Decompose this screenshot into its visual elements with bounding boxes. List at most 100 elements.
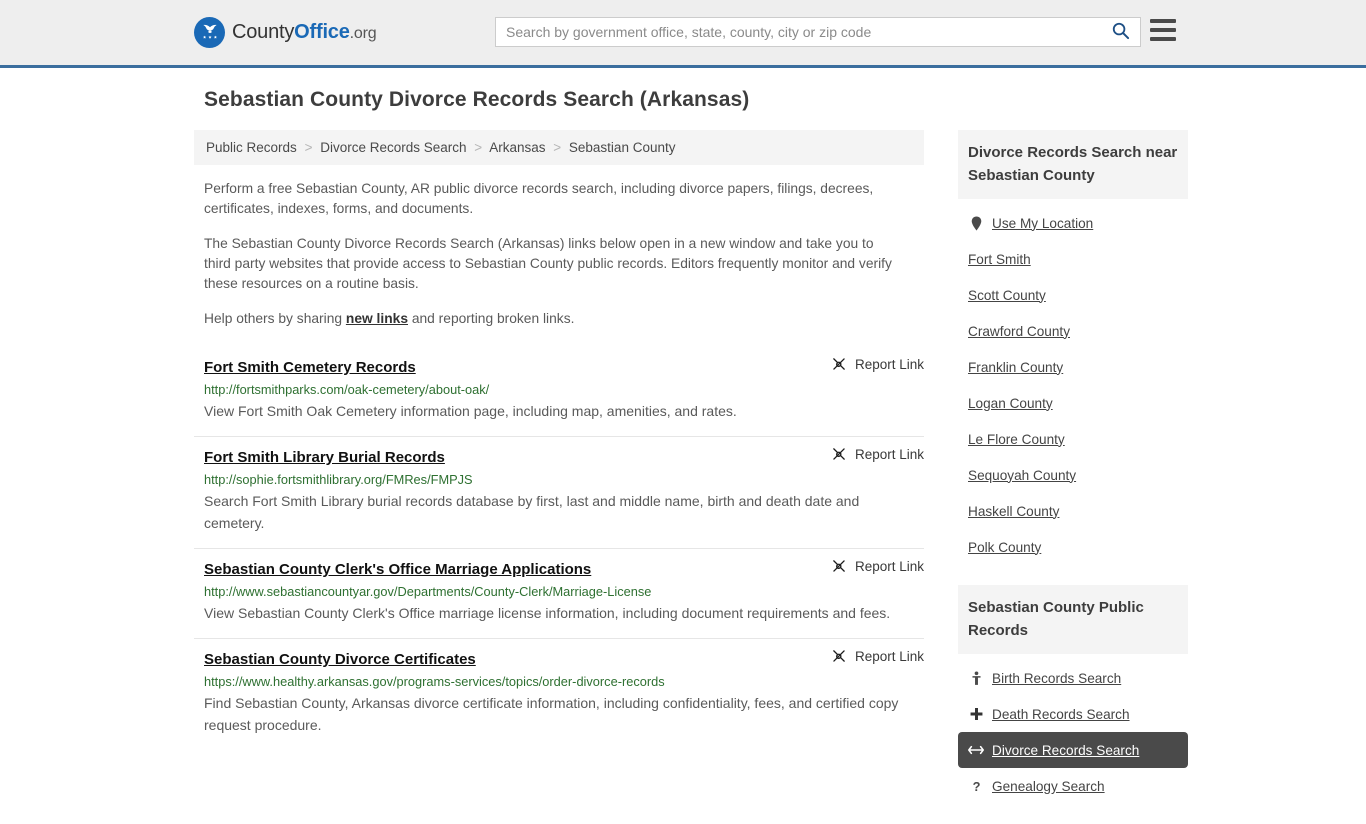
baby-icon: [968, 670, 984, 686]
intro-paragraph-2: The Sebastian County Divorce Records Sea…: [204, 236, 892, 291]
sidebar-item-label: Logan County: [968, 395, 1053, 411]
result-description: Search Fort Smith Library burial records…: [204, 493, 860, 531]
sidebar-item-label: Use My Location: [992, 215, 1094, 231]
breadcrumb-separator: >: [474, 140, 483, 155]
broken-link-icon: [831, 648, 847, 664]
result-title-link[interactable]: Fort Smith Cemetery Records: [204, 359, 416, 376]
search-input[interactable]: [496, 19, 1107, 45]
breadcrumb-item-divorce-records-search[interactable]: Divorce Records Search: [320, 140, 466, 155]
sidebar-public-records-list: Birth Records Search Death Records Searc…: [958, 660, 1188, 804]
hamburger-bar-3: [1150, 37, 1176, 41]
sidebar-item-divorce-records-search[interactable]: Divorce Records Search: [958, 732, 1188, 768]
sidebar: Divorce Records Search near Sebastian Co…: [958, 130, 1188, 824]
sidebar-item-label: Haskell County: [968, 503, 1060, 519]
result-item: Report Link Fort Smith Cemetery Records …: [194, 347, 924, 437]
hamburger-bar-1: [1150, 19, 1176, 23]
result-url: https://www.healthy.arkansas.gov/program…: [204, 674, 665, 689]
site-header: CountyOffice.org: [0, 0, 1366, 68]
sidebar-item-label: Polk County: [968, 539, 1042, 555]
svg-text:?: ?: [972, 779, 980, 794]
sidebar-item-label: Fort Smith: [968, 251, 1031, 267]
site-logo[interactable]: CountyOffice.org: [194, 17, 377, 48]
search-button[interactable]: [1107, 21, 1140, 43]
sidebar-nearby-heading: Divorce Records Search near Sebastian Co…: [958, 130, 1188, 199]
sidebar-item-use-my-location[interactable]: Use My Location: [958, 205, 1188, 241]
sidebar-item-logan-county[interactable]: Logan County: [958, 385, 1188, 421]
new-links-link[interactable]: new links: [346, 311, 408, 326]
eagle-stars-seal-icon: [194, 17, 225, 48]
sidebar-item-label: Birth Records Search: [992, 670, 1122, 686]
site-logo-text: CountyOffice.org: [232, 21, 377, 44]
result-url: http://sophie.fortsmithlibrary.org/FMRes…: [204, 472, 473, 487]
report-link-label: Report Link: [854, 648, 924, 664]
logo-text-office: Office: [294, 21, 350, 43]
sidebar-item-label: Sequoyah County: [968, 467, 1077, 483]
logo-text-org: .org: [349, 25, 377, 42]
result-title-link[interactable]: Sebastian County Clerk's Office Marriage…: [204, 561, 591, 578]
intro-paragraph-1: Perform a free Sebastian County, AR publ…: [204, 181, 874, 216]
result-description: Find Sebastian County, Arkansas divorce …: [204, 695, 899, 733]
intro-text: Perform a free Sebastian County, AR publ…: [194, 179, 924, 329]
sidebar-item-crawford-county[interactable]: Crawford County: [958, 313, 1188, 349]
result-url: http://fortsmithparks.com/oak-cemetery/a…: [204, 382, 490, 397]
breadcrumb: Public Records > Divorce Records Search …: [194, 130, 924, 165]
content-columns: Public Records > Divorce Records Search …: [194, 130, 1188, 824]
sidebar-item-le-flore-county[interactable]: Le Flore County: [958, 421, 1188, 457]
sidebar-public-records-heading: Sebastian County Public Records: [958, 585, 1188, 654]
result-item: Report Link Fort Smith Library Burial Re…: [194, 437, 924, 549]
sidebar-item-label: Divorce Records Search: [992, 742, 1140, 758]
sidebar-item-label: Scott County: [968, 287, 1046, 303]
map-pin-icon: [968, 216, 984, 231]
breadcrumb-item-public-records[interactable]: Public Records: [206, 140, 297, 155]
results-list: Report Link Fort Smith Cemetery Records …: [194, 347, 924, 750]
sidebar-item-label: Crawford County: [968, 323, 1070, 339]
page-body: Sebastian County Divorce Records Search …: [0, 68, 1366, 824]
sidebar-item-label: Genealogy Search: [992, 778, 1105, 794]
hamburger-menu-icon[interactable]: [1150, 19, 1176, 41]
sidebar-item-polk-county[interactable]: Polk County: [958, 529, 1188, 565]
breadcrumb-separator: >: [304, 140, 313, 155]
report-link-label: Report Link: [854, 446, 924, 462]
intro-p3-before: Help others by sharing: [204, 311, 346, 326]
sidebar-section-public-records: Sebastian County Public Records Birth Re…: [958, 585, 1188, 804]
report-link-label: Report Link: [854, 356, 924, 372]
sidebar-item-birth-records-search[interactable]: Birth Records Search: [958, 660, 1188, 696]
result-description: View Fort Smith Oak Cemetery information…: [204, 403, 737, 419]
report-link-button[interactable]: Report Link: [831, 648, 924, 664]
sidebar-item-haskell-county[interactable]: Haskell County: [958, 493, 1188, 529]
main-content: Public Records > Divorce Records Search …: [194, 130, 924, 750]
page-title: Sebastian County Divorce Records Search …: [204, 88, 750, 111]
search-icon: [1111, 21, 1130, 43]
result-title-link[interactable]: Fort Smith Library Burial Records: [204, 449, 445, 466]
sidebar-item-label: Le Flore County: [968, 431, 1065, 447]
split-arrows-icon: [968, 744, 984, 756]
breadcrumb-item-sebastian-county[interactable]: Sebastian County: [569, 140, 676, 155]
search-bar[interactable]: [495, 17, 1141, 47]
sidebar-item-death-records-search[interactable]: Death Records Search: [958, 696, 1188, 732]
logo-text-county: County: [232, 21, 295, 43]
report-link-label: Report Link: [854, 558, 924, 574]
broken-link-icon: [831, 356, 847, 372]
sidebar-item-genealogy-search[interactable]: ? Genealogy Search: [958, 768, 1188, 804]
report-link-button[interactable]: Report Link: [831, 558, 924, 574]
sidebar-item-label: Death Records Search: [992, 706, 1130, 722]
sidebar-item-scott-county[interactable]: Scott County: [958, 277, 1188, 313]
broken-link-icon: [831, 558, 847, 574]
breadcrumb-item-arkansas[interactable]: Arkansas: [489, 140, 545, 155]
cross-icon: [968, 707, 984, 721]
intro-p3-after: and reporting broken links.: [408, 311, 575, 326]
breadcrumb-separator: >: [553, 140, 562, 155]
report-link-button[interactable]: Report Link: [831, 356, 924, 372]
sidebar-item-sequoyah-county[interactable]: Sequoyah County: [958, 457, 1188, 493]
result-item: Report Link Sebastian County Divorce Cer…: [194, 639, 924, 750]
sidebar-item-fort-smith[interactable]: Fort Smith: [958, 241, 1188, 277]
sidebar-item-franklin-county[interactable]: Franklin County: [958, 349, 1188, 385]
intro-paragraph-3: Help others by sharing new links and rep…: [204, 309, 904, 329]
result-description: View Sebastian County Clerk's Office mar…: [204, 605, 891, 621]
result-title-link[interactable]: Sebastian County Divorce Certificates: [204, 651, 476, 668]
sidebar-nearby-list: Use My Location Fort Smith Scott County …: [958, 205, 1188, 565]
hamburger-bar-2: [1150, 28, 1176, 32]
result-item: Report Link Sebastian County Clerk's Off…: [194, 549, 924, 639]
report-link-button[interactable]: Report Link: [831, 446, 924, 462]
sidebar-item-label: Franklin County: [968, 359, 1064, 375]
